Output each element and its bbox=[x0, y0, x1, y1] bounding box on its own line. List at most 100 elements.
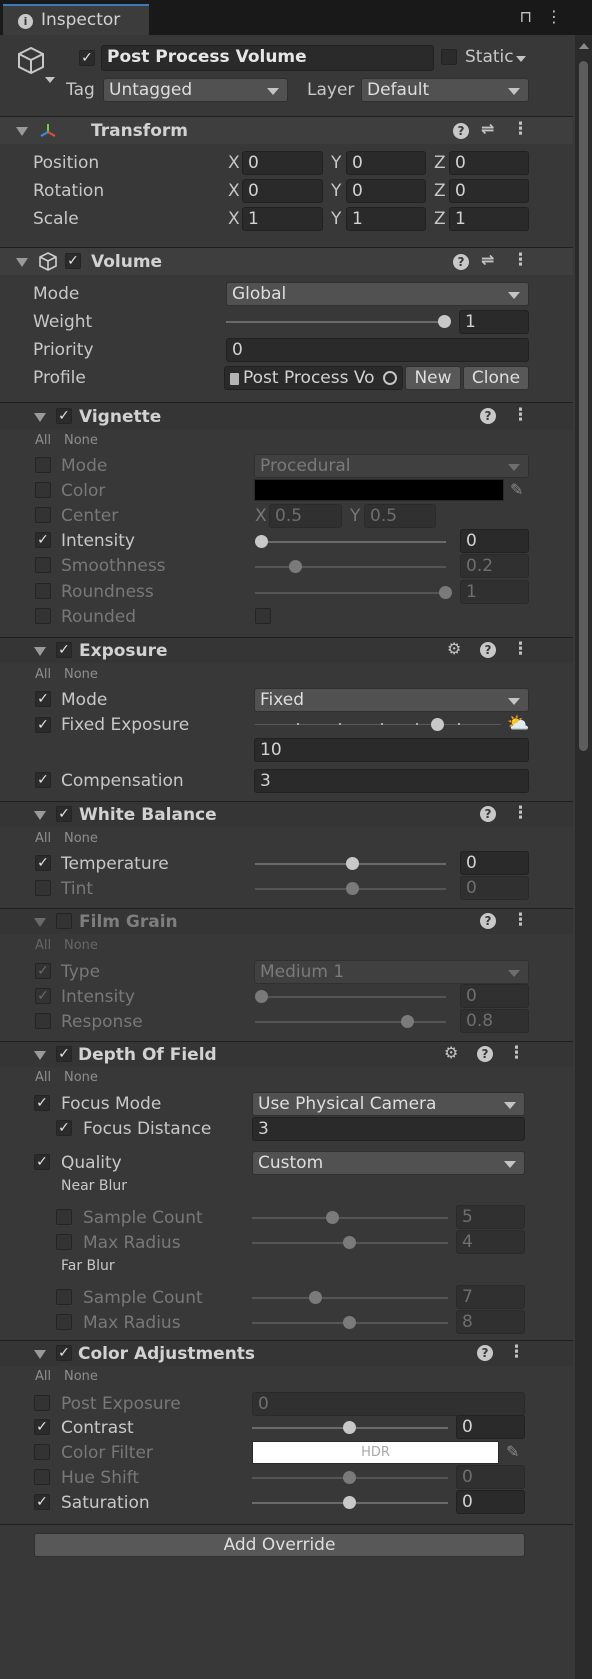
vignette-roundness-knob[interactable] bbox=[439, 586, 452, 599]
component-menu-icon[interactable]: ⋮ bbox=[508, 1342, 525, 1362]
near-max-radius-knob[interactable] bbox=[343, 1236, 356, 1249]
white-balance-all-link[interactable]: All bbox=[35, 831, 51, 846]
vignette-roundness-override[interactable] bbox=[35, 583, 51, 599]
scale-z-label[interactable]: Z bbox=[434, 209, 446, 229]
near-sample-count-knob[interactable] bbox=[326, 1211, 339, 1224]
vignette-center-y-field[interactable]: 0.5 bbox=[364, 504, 436, 528]
vignette-color-override[interactable] bbox=[35, 482, 51, 498]
position-x-label[interactable]: X bbox=[228, 153, 240, 173]
film-grain-type-dropdown[interactable]: Medium 1 bbox=[254, 960, 529, 984]
fixed-exposure-track[interactable] bbox=[255, 724, 501, 725]
rotation-x-label[interactable]: X bbox=[228, 181, 240, 201]
quality-dropdown[interactable]: Custom bbox=[252, 1151, 525, 1175]
static-checkbox[interactable] bbox=[441, 49, 457, 65]
static-label[interactable]: Static bbox=[465, 47, 514, 67]
eyedropper-icon[interactable]: ✎ bbox=[506, 1442, 519, 1461]
help-icon[interactable]: ? bbox=[480, 642, 496, 658]
hue-shift-knob[interactable] bbox=[343, 1471, 356, 1484]
presets-icon[interactable]: ⇌ bbox=[481, 250, 494, 269]
position-y-label[interactable]: Y bbox=[331, 153, 341, 173]
tab-menu-icon[interactable]: ⋮ bbox=[546, 7, 576, 26]
component-menu-icon[interactable]: ⋮ bbox=[512, 910, 529, 930]
film-grain-intensity-field[interactable]: 0 bbox=[460, 984, 529, 1008]
vignette-mode-dropdown[interactable]: Procedural bbox=[254, 454, 529, 478]
profile-field[interactable]: Post Process Vo bbox=[224, 366, 403, 390]
vignette-header[interactable]: ✓ Vignette ? ⋮ bbox=[0, 402, 573, 429]
help-icon[interactable]: ? bbox=[480, 408, 496, 424]
scale-x-field[interactable]: 1 bbox=[242, 207, 323, 231]
mode-dropdown[interactable]: Global bbox=[226, 282, 529, 306]
help-icon[interactable]: ? bbox=[477, 1046, 493, 1062]
position-z-label[interactable]: Z bbox=[434, 153, 446, 173]
vignette-mode-override[interactable] bbox=[35, 457, 51, 473]
far-max-radius-override[interactable] bbox=[56, 1314, 72, 1330]
white-balance-enabled-checkbox[interactable]: ✓ bbox=[56, 806, 72, 822]
vignette-rounded-override[interactable] bbox=[35, 608, 51, 624]
scale-z-field[interactable]: 1 bbox=[449, 207, 529, 231]
transform-header[interactable]: Transform ? ⇌ ⋮ bbox=[0, 116, 573, 144]
weight-slider-knob[interactable] bbox=[438, 315, 451, 328]
position-y-field[interactable]: 0 bbox=[346, 151, 426, 175]
foldout-arrow-icon[interactable] bbox=[34, 413, 46, 422]
gameobject-name-field[interactable]: Post Process Volume bbox=[101, 45, 434, 71]
vignette-intensity-track[interactable] bbox=[255, 541, 446, 543]
temperature-override[interactable]: ✓ bbox=[35, 855, 51, 871]
tint-field[interactable]: 0 bbox=[460, 876, 529, 900]
vignette-all-link[interactable]: All bbox=[35, 433, 51, 448]
volume-header[interactable]: ✓ Volume ? ⇌ ⋮ bbox=[0, 247, 573, 275]
post-exposure-override[interactable] bbox=[34, 1395, 50, 1411]
profile-new-button[interactable]: New bbox=[405, 366, 461, 390]
gameobject-cube-icon[interactable] bbox=[16, 45, 46, 79]
color-adjustments-enabled-checkbox[interactable]: ✓ bbox=[56, 1345, 72, 1361]
weight-field[interactable]: 1 bbox=[459, 310, 529, 334]
far-sample-count-track[interactable] bbox=[252, 1297, 448, 1299]
vignette-smoothness-track[interactable] bbox=[255, 566, 446, 568]
vignette-center-override[interactable] bbox=[35, 507, 51, 523]
vignette-smoothness-field[interactable]: 0.2 bbox=[460, 554, 529, 578]
film-grain-none-link[interactable]: None bbox=[64, 938, 98, 953]
help-icon[interactable]: ? bbox=[453, 123, 469, 139]
vignette-smoothness-override[interactable] bbox=[35, 557, 51, 573]
rotation-z-label[interactable]: Z bbox=[434, 181, 446, 201]
far-max-radius-field[interactable]: 8 bbox=[456, 1310, 525, 1334]
tint-override[interactable] bbox=[35, 880, 51, 896]
vignette-rounded-checkbox[interactable] bbox=[255, 608, 271, 624]
exposure-none-link[interactable]: None bbox=[64, 667, 98, 682]
far-sample-count-override[interactable] bbox=[56, 1289, 72, 1305]
help-icon[interactable]: ? bbox=[480, 913, 496, 929]
help-icon[interactable]: ? bbox=[480, 806, 496, 822]
film-grain-response-track[interactable] bbox=[255, 1021, 446, 1023]
color-filter-override[interactable] bbox=[34, 1444, 50, 1460]
component-menu-icon[interactable]: ⋮ bbox=[512, 119, 529, 139]
vertical-scrollbar[interactable] bbox=[575, 35, 592, 1679]
fixed-exposure-override[interactable]: ✓ bbox=[35, 717, 51, 733]
temperature-knob[interactable] bbox=[346, 857, 359, 870]
near-max-radius-override[interactable] bbox=[56, 1234, 72, 1250]
temperature-field[interactable]: 0 bbox=[460, 851, 529, 875]
foldout-arrow-icon[interactable] bbox=[34, 1051, 46, 1060]
color-filter-swatch[interactable]: HDR bbox=[252, 1441, 499, 1464]
tag-dropdown[interactable]: Untagged bbox=[103, 78, 288, 102]
vignette-enabled-checkbox[interactable]: ✓ bbox=[56, 408, 72, 424]
saturation-knob[interactable] bbox=[343, 1496, 356, 1509]
film-grain-header[interactable]: Film Grain ? ⋮ bbox=[0, 908, 573, 934]
film-grain-intensity-override[interactable]: ✓ bbox=[35, 988, 51, 1004]
presets-icon[interactable]: ⇌ bbox=[481, 119, 494, 138]
focus-mode-override[interactable]: ✓ bbox=[34, 1095, 50, 1111]
foldout-arrow-icon[interactable] bbox=[34, 918, 46, 927]
post-exposure-field[interactable]: 0 bbox=[252, 1392, 525, 1416]
scale-y-field[interactable]: 1 bbox=[346, 207, 426, 231]
help-icon[interactable]: ? bbox=[477, 1345, 493, 1361]
hue-shift-override[interactable] bbox=[34, 1469, 50, 1485]
exposure-mode-dropdown[interactable]: Fixed bbox=[254, 688, 529, 712]
component-menu-icon[interactable]: ⋮ bbox=[508, 1043, 525, 1063]
contrast-field[interactable]: 0 bbox=[456, 1415, 525, 1439]
vignette-none-link[interactable]: None bbox=[64, 433, 98, 448]
position-x-field[interactable]: 0 bbox=[242, 151, 323, 175]
object-picker-icon[interactable] bbox=[383, 371, 397, 385]
dof-none-link[interactable]: None bbox=[64, 1070, 98, 1085]
exposure-header[interactable]: ✓ Exposure ⚙ ? ⋮ bbox=[0, 637, 573, 663]
vignette-intensity-override[interactable]: ✓ bbox=[35, 532, 51, 548]
color-adjustments-none-link[interactable]: None bbox=[64, 1369, 98, 1384]
exposure-all-link[interactable]: All bbox=[35, 667, 51, 682]
